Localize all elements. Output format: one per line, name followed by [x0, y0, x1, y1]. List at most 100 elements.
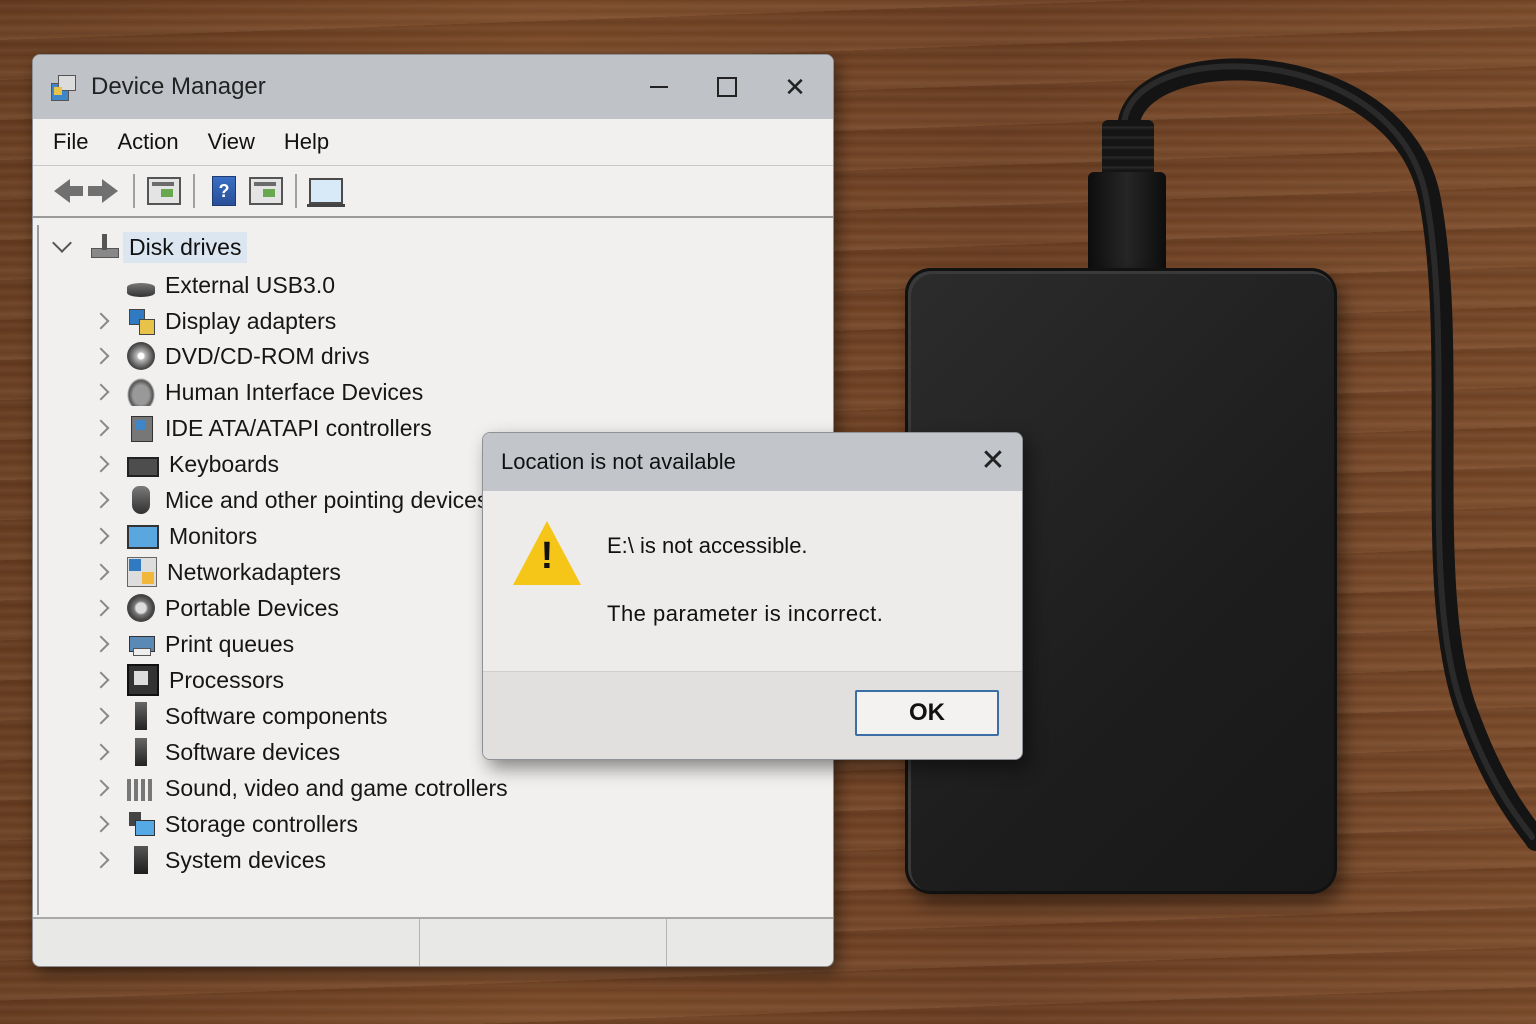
tree-node-software-devices[interactable]: Software devices — [92, 735, 341, 769]
tree-item-label: External USB3.0 — [165, 271, 336, 298]
tree-node-portable-devices[interactable]: Portable Devices — [92, 591, 339, 625]
tree-item-label: Networkadapters — [167, 558, 341, 585]
chevron-right-icon[interactable] — [92, 707, 110, 725]
tree-item-label: Mice and other pointing devices — [165, 486, 489, 513]
dialog-close-button[interactable]: ✕ — [977, 445, 1009, 477]
chevron-right-icon[interactable] — [92, 851, 110, 869]
tree-item-label: Monitors — [169, 522, 258, 549]
status-cell — [33, 919, 420, 966]
chevron-right-icon[interactable] — [92, 419, 110, 437]
chevron-right-icon[interactable] — [92, 383, 110, 401]
menu-action[interactable]: Action — [117, 129, 178, 155]
back-arrow-icon[interactable] — [45, 174, 83, 208]
tree-node-print-queues[interactable]: Print queues — [92, 627, 295, 661]
dialog-title: Location is not available — [501, 449, 736, 474]
chevron-right-icon[interactable] — [92, 455, 110, 473]
tree-item-label: Human Interface Devices — [165, 378, 424, 405]
chevron-right-icon[interactable] — [92, 743, 110, 761]
chevron-right-icon[interactable] — [92, 815, 110, 833]
status-cell — [420, 919, 667, 966]
chevron-right-icon[interactable] — [92, 347, 110, 365]
chevron-right-icon[interactable] — [92, 779, 110, 797]
dialog-titlebar[interactable]: Location is not available ✕ — [483, 433, 1022, 491]
close-button[interactable]: ✕ — [775, 67, 815, 107]
tree-item-label: Sound, video and game cotrollers — [165, 774, 508, 801]
tree-node-processors[interactable]: Processors — [92, 663, 285, 697]
chevron-right-icon[interactable] — [92, 599, 110, 617]
tree-item-label: Processors — [169, 666, 285, 693]
tree-root-label: Disk drives — [123, 231, 248, 263]
minimize-button[interactable] — [639, 67, 679, 107]
chevron-right-icon[interactable] — [92, 635, 110, 653]
network-adapter-icon — [127, 557, 157, 587]
update-driver-icon[interactable] — [249, 174, 283, 208]
tree-item-label: IDE ATA/ATAPI controllers — [165, 414, 432, 441]
chevron-right-icon[interactable] — [92, 563, 110, 581]
tree-item-label: DVD/CD-ROM drivs — [165, 342, 370, 369]
menu-view[interactable]: View — [208, 129, 255, 155]
chevron-right-icon[interactable] — [92, 527, 110, 545]
maximize-button[interactable] — [707, 67, 747, 107]
dialog-body: ! E:\ is not accessible. The parameter i… — [483, 491, 1022, 671]
ok-button[interactable]: OK — [855, 690, 999, 736]
scan-hardware-icon[interactable] — [307, 174, 345, 208]
help-icon[interactable]: ? — [207, 174, 241, 208]
chevron-right-icon[interactable] — [92, 312, 110, 330]
monitor-icon — [127, 525, 159, 549]
chevron-right-icon[interactable] — [92, 491, 110, 509]
software-component-icon — [135, 702, 147, 730]
tree-node-system-devices[interactable]: System devices — [92, 843, 326, 877]
tree-node-hid[interactable]: Human Interface Devices — [92, 375, 424, 409]
toolbar-separator — [133, 174, 135, 208]
speaker-icon — [127, 778, 155, 801]
optical-drive-icon — [127, 342, 155, 370]
system-device-icon — [134, 846, 148, 874]
warning-exclamation: ! — [540, 535, 554, 577]
chevron-right-icon[interactable] — [92, 671, 110, 689]
tree-item-label: Portable Devices — [165, 594, 339, 621]
tree-item-label: Keyboards — [169, 450, 279, 477]
window-title: Device Manager — [91, 73, 266, 100]
tree-node-mice[interactable]: Mice and other pointing devices — [92, 483, 489, 517]
tree-item-label: Display adapters — [165, 307, 337, 334]
tree-item-label: Storage controllers — [165, 810, 359, 837]
cable-strain-relief — [1102, 120, 1154, 180]
tree-node-monitors[interactable]: Monitors — [92, 519, 258, 553]
tree-node-storage-controllers[interactable]: Storage controllers — [92, 807, 359, 841]
processor-icon — [127, 664, 159, 696]
tree-node-ide-controllers[interactable]: IDE ATA/ATAPI controllers — [92, 411, 432, 445]
toolbar: ? — [33, 166, 833, 218]
portable-device-icon — [127, 594, 155, 622]
tree-node-display-adapters[interactable]: Display adapters — [92, 304, 337, 338]
tree-item-label: Software devices — [165, 738, 341, 765]
tree-node-dvd-cdrom[interactable]: DVD/CD-ROM drivs — [92, 339, 370, 373]
chevron-down-icon[interactable] — [52, 233, 72, 253]
hard-disk-icon — [127, 283, 155, 297]
tree-item-label: Software components — [165, 702, 388, 729]
tree-node-network-adapters[interactable]: Networkadapters — [92, 555, 341, 589]
status-cell — [667, 919, 833, 966]
tree-node-software-components[interactable]: Software components — [92, 699, 388, 733]
tree-node-keyboards[interactable]: Keyboards — [92, 447, 279, 481]
device-manager-titlebar[interactable]: Device Manager ✕ — [33, 55, 833, 119]
device-manager-icon — [51, 73, 76, 101]
menu-file[interactable]: File — [53, 129, 88, 155]
tree-item-label: Print queues — [165, 630, 295, 657]
mouse-icon — [132, 486, 150, 514]
controller-icon — [127, 414, 155, 442]
forward-arrow-icon[interactable] — [87, 174, 121, 208]
toolbar-separator — [295, 174, 297, 208]
tree-node-sound[interactable]: Sound, video and game cotrollers — [92, 771, 508, 805]
tree-node-disk-drives[interactable]: Disk drives — [52, 229, 248, 265]
tree-node-external-usb[interactable]: External USB3.0 — [95, 268, 335, 302]
toolbar-separator — [193, 174, 195, 208]
dialog-footer: OK — [483, 671, 1022, 759]
properties-icon[interactable] — [147, 174, 181, 208]
menu-help[interactable]: Help — [284, 129, 329, 155]
storage-controller-icon — [127, 810, 155, 838]
display-adapter-icon — [127, 307, 155, 335]
usb-plug — [1088, 172, 1166, 272]
disk-drive-icon — [91, 234, 119, 260]
menu-bar: File Action View Help — [33, 119, 833, 166]
gamepad-icon — [127, 378, 155, 406]
